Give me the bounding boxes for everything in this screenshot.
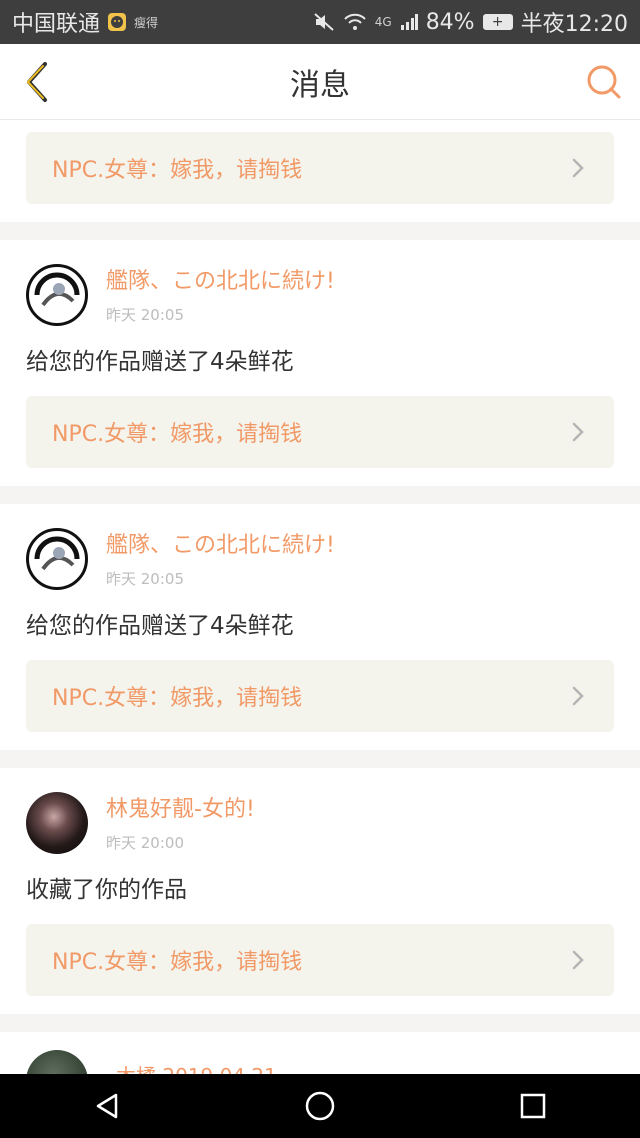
nav-recent-button[interactable] [503, 1076, 563, 1136]
status-extra-text: 瘦得 [134, 15, 159, 30]
notification-card: 艦隊、この北北に続け! 昨天 20:05 给您的作品赠送了4朵鲜花 NPC.女尊… [0, 504, 640, 750]
header: 消息 [0, 44, 640, 120]
notification-message: 收藏了你的作品 [26, 877, 187, 903]
page-title: 消息 [290, 67, 350, 103]
battery-percent: 84% [425, 9, 475, 35]
notification-meta: 艦隊、この北北に続け! 昨天 20:05 [106, 528, 335, 589]
nav-home-button[interactable] [290, 1076, 350, 1136]
avatar[interactable] [26, 264, 88, 326]
status-bar: 中国联通 瘦得 4G 84% + 半夜12:20 [0, 0, 640, 44]
work-link-text: NPC.女尊：嫁我，请掏钱 [52, 158, 303, 183]
notification-card: 林鬼好靓-女的! 昨天 20:00 收藏了你的作品 NPC.女尊：嫁我，请掏钱 [0, 768, 640, 1014]
notification-meta: 林鬼好靓-女的! 昨天 20:00 [106, 792, 255, 853]
timestamp: 昨天 20:05 [106, 570, 184, 588]
notification-meta: 艦隊、この北北に続け! 昨天 20:05 [106, 264, 335, 325]
chevron-right-icon [568, 156, 588, 180]
carrier-label: 中国联通 [12, 12, 101, 37]
circle-home-icon [305, 1091, 335, 1121]
username[interactable]: 林鬼好靓-女的! [106, 796, 255, 824]
notification-header: 艦隊、この北北に続け! 昨天 20:05 [26, 528, 614, 590]
work-link-text: NPC.女尊：嫁我，请掏钱 [52, 422, 303, 447]
username[interactable]: 木橘 2019.04.21 [116, 1060, 614, 1074]
notification-header: 艦隊、この北北に続け! 昨天 20:05 [26, 264, 614, 326]
wifi-icon [343, 13, 367, 31]
work-link-text: NPC.女尊：嫁我，请掏钱 [52, 950, 303, 975]
avatar[interactable] [26, 1050, 88, 1074]
battery-icon: + [482, 14, 513, 30]
search-button[interactable] [584, 60, 624, 104]
work-link[interactable]: NPC.女尊：嫁我，请掏钱 [26, 924, 614, 996]
search-icon [587, 65, 621, 99]
triangle-back-icon [96, 1093, 117, 1119]
chevron-right-icon [568, 948, 588, 972]
notification-card: NPC.女尊：嫁我，请掏钱 [0, 120, 640, 222]
chevron-left-icon [27, 62, 47, 102]
notification-message: 给您的作品赠送了4朵鲜花 [26, 613, 294, 639]
nav-back-button[interactable] [77, 1076, 137, 1136]
work-link[interactable]: NPC.女尊：嫁我，请掏钱 [26, 660, 614, 732]
chevron-right-icon [568, 684, 588, 708]
work-link[interactable]: NPC.女尊：嫁我，请掏钱 [26, 132, 614, 204]
avatar[interactable] [26, 528, 88, 590]
message-list[interactable]: NPC.女尊：嫁我，请掏钱 艦隊、この北北に続け! 昨天 20:05 给您的作品… [0, 120, 640, 1074]
chevron-right-icon [568, 420, 588, 444]
status-left: 中国联通 瘦得 [12, 6, 158, 38]
notification-card: 木橘 2019.04.21 [0, 1032, 640, 1074]
timestamp: 昨天 20:05 [106, 306, 184, 324]
signal-icon [400, 14, 418, 30]
username[interactable]: 艦隊、この北北に続け! [106, 268, 335, 296]
system-navigation-bar [0, 1074, 640, 1138]
avatar[interactable] [26, 792, 88, 854]
network-type: 4G [374, 15, 392, 29]
status-right: 4G 84% + 半夜12:20 [313, 6, 628, 38]
back-button[interactable] [16, 60, 56, 104]
work-link[interactable]: NPC.女尊：嫁我，请掏钱 [26, 396, 614, 468]
timestamp: 昨天 20:00 [106, 834, 184, 852]
work-link-text: NPC.女尊：嫁我，请掏钱 [52, 686, 303, 711]
clock: 半夜12:20 [520, 12, 628, 37]
username[interactable]: 艦隊、この北北に続け! [106, 532, 335, 560]
notification-message: 给您的作品赠送了4朵鲜花 [26, 349, 294, 375]
square-recent-icon [521, 1093, 546, 1119]
notification-header: 林鬼好靓-女的! 昨天 20:00 [26, 792, 614, 854]
app-notification-icon [108, 13, 127, 31]
mute-icon [313, 12, 335, 32]
notification-card: 艦隊、この北北に続け! 昨天 20:05 给您的作品赠送了4朵鲜花 NPC.女尊… [0, 240, 640, 486]
